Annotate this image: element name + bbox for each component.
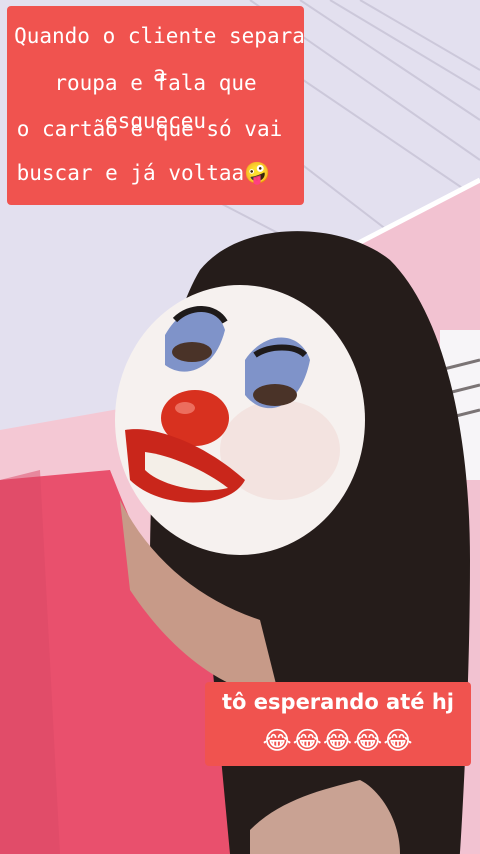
bottom-caption: tô esperando até hj 😂😂😂😂😂 <box>205 682 471 766</box>
top-caption-line-4: buscar e já voltaa🤪 <box>16 161 271 185</box>
top-caption-line-3: o cartão e que só vai <box>16 117 283 141</box>
right-eye <box>253 384 297 406</box>
story-frame: Quando o cliente separa a roupa e fala q… <box>0 0 480 854</box>
laughing-emoji-row: 😂😂😂😂😂 <box>262 726 414 755</box>
bottom-caption-line-1: tô esperando até hj <box>222 690 454 714</box>
left-eye <box>172 342 212 362</box>
top-caption: Quando o cliente separa a roupa e fala q… <box>7 6 305 205</box>
